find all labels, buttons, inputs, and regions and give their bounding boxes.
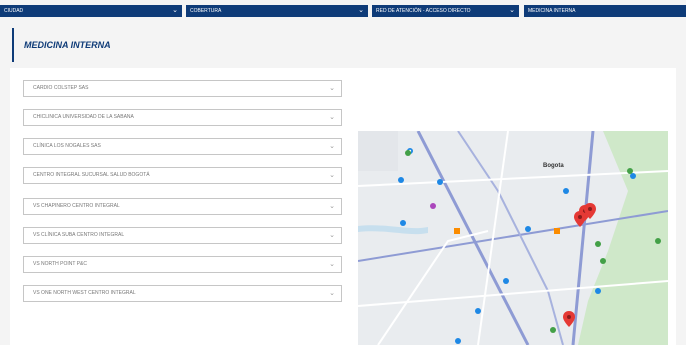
provider-label: VS Clínica Suba Centro Integral — [33, 232, 125, 238]
city-dropdown-label: Ciudad — [4, 8, 24, 14]
provider-label: VS One North West Centro Integral — [33, 290, 136, 296]
provider-label: Centro Integral Sucursal Salud Bogotá — [33, 172, 150, 178]
park-poi-icon — [405, 150, 411, 156]
poi-icon — [455, 338, 461, 344]
chevron-down-icon: ⌄ — [358, 7, 364, 14]
chevron-down-icon: ⌄ — [329, 290, 335, 297]
provider-item[interactable]: Clínica los Nogales SAS ⌄ — [23, 138, 342, 155]
provider-label: Chiclinica Universidad de la Sabana — [33, 114, 134, 120]
chevron-down-icon: ⌄ — [509, 7, 515, 14]
poi-icon — [400, 220, 406, 226]
map-view[interactable]: Bogota — [358, 131, 668, 345]
provider-item[interactable]: Chiclinica Universidad de la Sabana ⌄ — [23, 109, 342, 126]
chevron-down-icon: ⌄ — [329, 203, 335, 210]
chevron-down-icon: ⌄ — [329, 85, 335, 92]
street — [358, 170, 668, 187]
park-poi-icon — [595, 241, 601, 247]
provider-item[interactable]: VS Chapinero Centro Integral ⌄ — [23, 198, 342, 215]
network-dropdown[interactable]: Red de atención - Acceso directo ⌄ — [372, 5, 519, 17]
poi-icon — [475, 308, 481, 314]
poi-icon — [503, 278, 509, 284]
transit-poi-icon — [554, 228, 560, 234]
provider-item[interactable]: Centro Integral Sucursal Salud Bogotá ⌄ — [23, 167, 342, 184]
poi-icon — [437, 179, 443, 185]
park-poi-icon — [627, 168, 633, 174]
network-dropdown-label: Red de atención - Acceso directo — [376, 8, 471, 14]
chevron-down-icon: ⌄ — [329, 261, 335, 268]
provider-label: VS North Point P&C — [33, 261, 87, 267]
chevron-down-icon: ⌄ — [329, 172, 335, 179]
page-title: MEDICINA INTERNA — [24, 40, 111, 50]
shopping-poi-icon — [430, 203, 436, 209]
poi-icon — [398, 177, 404, 183]
transit-poi-icon — [454, 228, 460, 234]
provider-label: VS Chapinero Centro Integral — [33, 203, 120, 209]
map-canvas: Bogota — [358, 131, 668, 345]
specialty-dropdown[interactable]: Medicina interna — [524, 5, 686, 17]
main-road — [416, 131, 530, 345]
river — [358, 225, 428, 235]
specialty-dropdown-label: Medicina interna — [528, 8, 576, 14]
provider-label: Clínica los Nogales SAS — [33, 143, 101, 149]
poi-icon — [525, 226, 531, 232]
provider-label: Cardio Colstep SAS — [33, 85, 89, 91]
city-dropdown[interactable]: Ciudad ⌄ — [0, 5, 182, 17]
poi-icon — [630, 173, 636, 179]
provider-item[interactable]: VS Clínica Suba Centro Integral ⌄ — [23, 227, 342, 244]
chevron-down-icon: ⌄ — [329, 232, 335, 239]
provider-item[interactable]: Cardio Colstep SAS ⌄ — [23, 80, 342, 97]
park-poi-icon — [550, 327, 556, 333]
page-title-block: MEDICINA INTERNA — [12, 28, 111, 62]
filter-bar: Ciudad ⌄ Cobertura ⌄ Red de atención - A… — [0, 0, 686, 18]
coverage-dropdown-label: Cobertura — [190, 8, 222, 14]
park-poi-icon — [655, 238, 661, 244]
district-block — [358, 131, 398, 171]
chevron-down-icon: ⌄ — [172, 7, 178, 14]
chevron-down-icon: ⌄ — [329, 143, 335, 150]
city-label: Bogota — [543, 163, 564, 169]
poi-icon — [595, 288, 601, 294]
provider-item[interactable]: VS One North West Centro Integral ⌄ — [23, 285, 342, 302]
location-pin-icon[interactable] — [563, 311, 575, 327]
provider-item[interactable]: VS North Point P&C ⌄ — [23, 256, 342, 273]
park-poi-icon — [600, 258, 606, 264]
poi-icon — [563, 188, 569, 194]
coverage-dropdown[interactable]: Cobertura ⌄ — [186, 5, 368, 17]
chevron-down-icon: ⌄ — [329, 114, 335, 121]
